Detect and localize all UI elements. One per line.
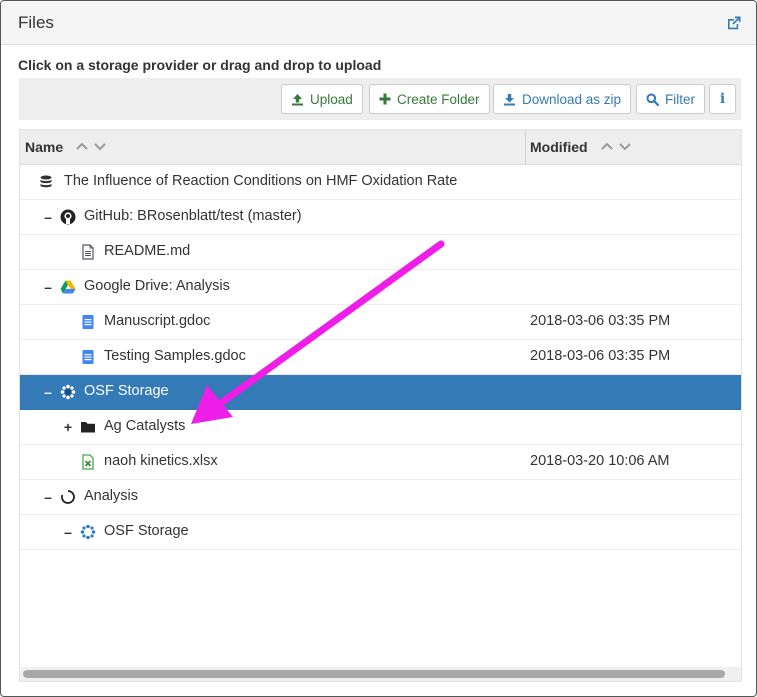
scrollbar-thumb[interactable] xyxy=(23,670,725,678)
column-modified-header: Modified xyxy=(530,139,588,155)
row-modified-date: 2018-03-06 03:35 PM xyxy=(530,313,671,329)
tree-row-google-drive[interactable]: – Google Drive: Analysis xyxy=(20,270,741,305)
filter-button[interactable]: Filter xyxy=(636,84,705,114)
github-icon xyxy=(60,209,76,225)
upload-hint: Click on a storage provider or drag and … xyxy=(18,57,382,73)
tree-row-github[interactable]: – GitHub: BRosenblatt/test (master) xyxy=(20,200,741,235)
collapse-toggle[interactable]: – xyxy=(42,280,54,294)
files-panel: Files Click on a storage provider or dra… xyxy=(0,0,757,697)
tree-row-manuscript[interactable]: Manuscript.gdoc 2018-03-06 03:35 PM xyxy=(20,305,741,340)
collapse-toggle[interactable]: – xyxy=(42,385,54,399)
panel-header: Files xyxy=(1,1,756,45)
row-label: Analysis xyxy=(84,488,138,504)
tree-row-readme[interactable]: README.md xyxy=(20,235,741,270)
row-label: Ag Catalysts xyxy=(104,418,186,434)
download-zip-label: Download as zip xyxy=(522,91,622,107)
modified-sort-controls[interactable] xyxy=(600,139,632,153)
collapse-toggle[interactable]: – xyxy=(42,490,54,504)
folder-icon xyxy=(81,422,95,433)
upload-icon xyxy=(292,93,303,105)
toolbar: Upload Create Folder Download as zip Fil… xyxy=(19,78,741,120)
row-label: GitHub: BRosenblatt/test (master) xyxy=(84,208,302,224)
collapse-toggle[interactable]: – xyxy=(62,525,74,539)
row-label: OSF Storage xyxy=(104,523,189,539)
upload-button[interactable]: Upload xyxy=(281,84,363,114)
info-icon: i xyxy=(720,91,726,107)
component-circle-icon xyxy=(61,490,75,504)
sort-asc-icon[interactable] xyxy=(600,139,614,153)
google-drive-icon xyxy=(60,280,76,294)
tree-row-analysis-component[interactable]: – Analysis xyxy=(20,480,741,515)
horizontal-scrollbar[interactable] xyxy=(20,667,741,681)
external-link-icon[interactable] xyxy=(726,15,742,31)
row-label: Manuscript.gdoc xyxy=(104,313,211,329)
create-folder-label: Create Folder xyxy=(397,91,480,107)
row-label: naoh kinetics.xlsx xyxy=(104,453,218,469)
tree-row-osf-storage-analysis[interactable]: – OSF Storage xyxy=(20,515,741,550)
spreadsheet-icon xyxy=(82,454,94,470)
row-label: The Influence of Reaction Conditions on … xyxy=(64,173,458,189)
row-label: OSF Storage xyxy=(84,383,169,399)
row-label: Testing Samples.gdoc xyxy=(104,348,246,364)
row-modified-date: 2018-03-06 03:35 PM xyxy=(530,348,671,364)
search-icon xyxy=(646,93,659,106)
sort-desc-icon[interactable] xyxy=(618,139,632,153)
tree-row-project[interactable]: The Influence of Reaction Conditions on … xyxy=(20,165,741,200)
database-icon xyxy=(40,175,52,188)
column-divider xyxy=(525,130,526,165)
download-zip-button[interactable]: Download as zip xyxy=(493,84,632,114)
osf-storage-icon xyxy=(80,524,96,540)
file-tree: Name Modified The Influence of Reaction … xyxy=(19,129,742,682)
tree-row-naoh-kinetics[interactable]: naoh kinetics.xlsx 2018-03-20 10:06 AM xyxy=(20,445,741,480)
filter-label: Filter xyxy=(665,91,695,107)
download-icon xyxy=(504,93,515,105)
collapse-toggle[interactable]: – xyxy=(42,210,54,224)
upload-label: Upload xyxy=(310,91,353,107)
panel-title: Files xyxy=(18,13,54,32)
tree-header: Name Modified xyxy=(20,130,741,165)
file-text-icon xyxy=(82,244,94,260)
gdoc-icon xyxy=(82,315,94,329)
info-button[interactable]: i xyxy=(709,84,737,114)
sort-desc-icon[interactable] xyxy=(93,139,107,153)
row-modified-date: 2018-03-20 10:06 AM xyxy=(530,453,670,469)
name-sort-controls[interactable] xyxy=(75,139,107,153)
row-label: Google Drive: Analysis xyxy=(84,278,230,294)
row-label: README.md xyxy=(104,243,191,259)
create-folder-button[interactable]: Create Folder xyxy=(369,84,490,114)
sort-asc-icon[interactable] xyxy=(75,139,89,153)
column-name-header: Name xyxy=(25,139,64,155)
tree-row-osf-storage-selected[interactable]: – OSF Storage xyxy=(20,375,741,410)
osf-storage-icon xyxy=(60,384,76,400)
gdoc-icon xyxy=(82,350,94,364)
tree-row-ag-catalysts[interactable]: + Ag Catalysts xyxy=(20,410,741,445)
plus-icon xyxy=(379,93,391,105)
expand-toggle[interactable]: + xyxy=(62,420,74,434)
tree-row-testing-samples[interactable]: Testing Samples.gdoc 2018-03-06 03:35 PM xyxy=(20,340,741,375)
